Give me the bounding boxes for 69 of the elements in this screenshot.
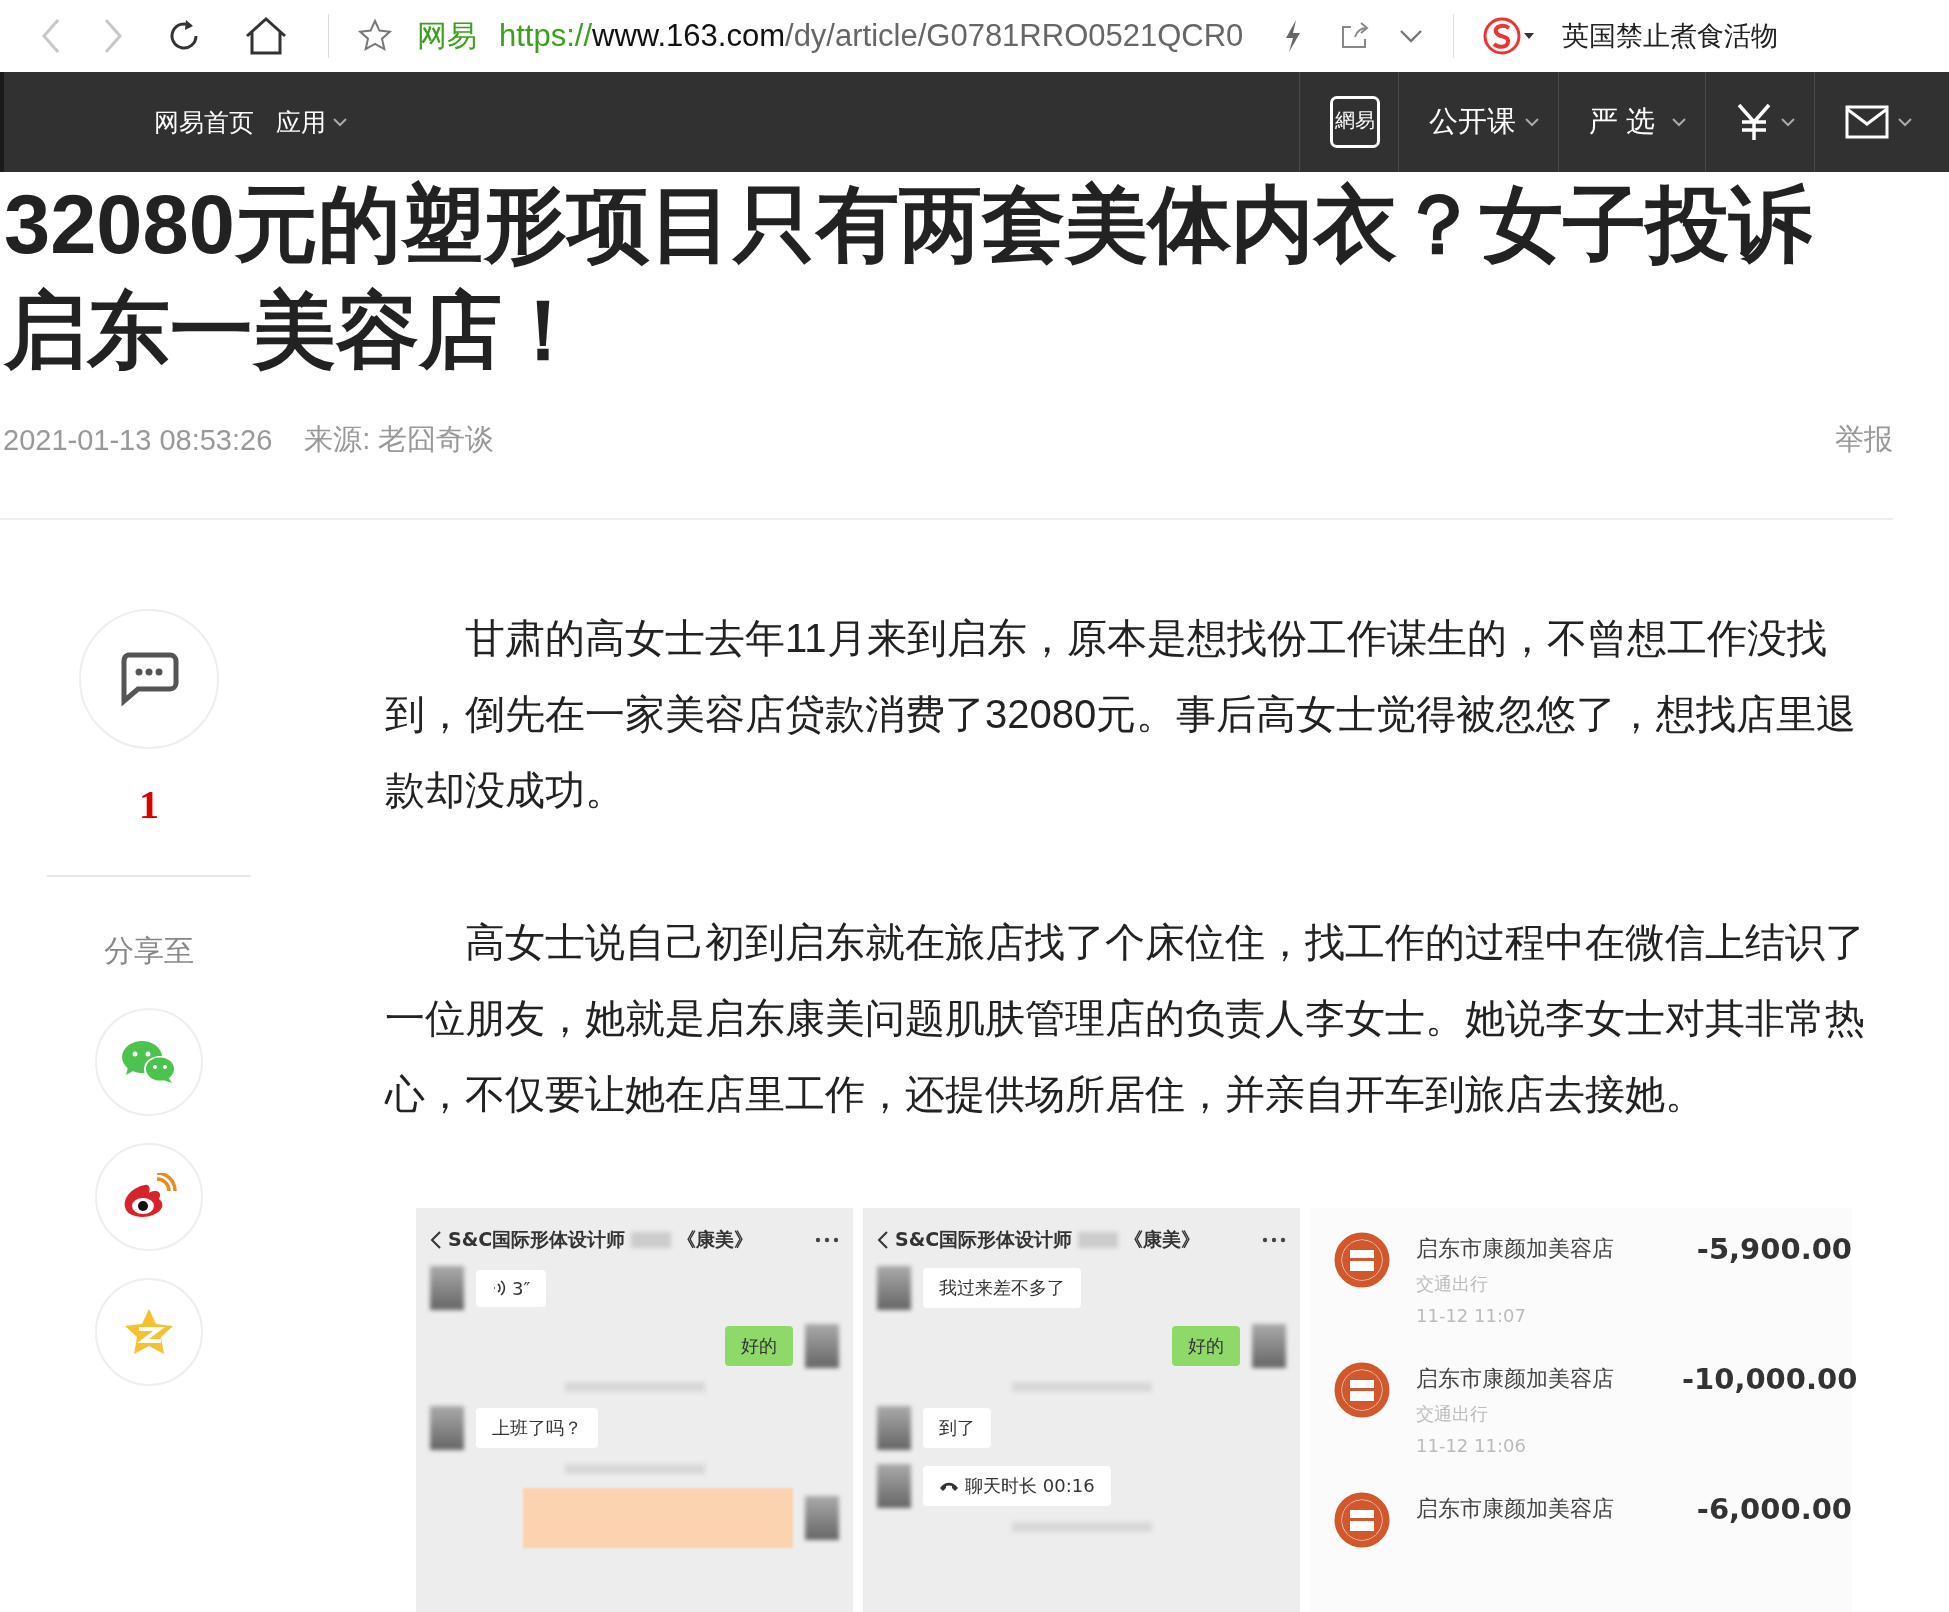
nav-link[interactable]: 网易首页 [154, 105, 254, 139]
share-label: 分享至 [104, 933, 194, 969]
message-text: 我过来差不多了 [939, 1276, 1065, 1300]
avatar [805, 1496, 839, 1540]
merchant-name: 启东市康颜加美容店 [1416, 1495, 1615, 1523]
transaction-category: 交通出行 [1416, 1402, 1489, 1426]
voice-icon [492, 1280, 506, 1296]
app-link[interactable]: 網易 [1299, 72, 1398, 172]
article-paragraph: 甘肃的高女士去年11月来到启东，原本是想找份工作谋生的，不曾想工作没找 到，倒先在一家美容店贷款消费了32080元。事后高女士觉得被忽悠了，想找店里退 款却没成功。 [385, 615, 1858, 814]
home-icon[interactable] [244, 16, 288, 56]
nav-link[interactable]: 应用 [276, 105, 348, 139]
chat-title: S&C国际形体设计师 [448, 1227, 626, 1252]
comment-button[interactable] [79, 609, 219, 749]
message-text: 上班了吗？ [492, 1416, 582, 1440]
shop-icon [1334, 1232, 1390, 1288]
comment-count[interactable]: 1 [139, 783, 159, 827]
more-icon [1262, 1237, 1286, 1243]
avatar [430, 1406, 464, 1450]
search-field[interactable]: 英国禁止煮食活物 [1562, 18, 1779, 54]
merchant-name: 启东市康颜加美容店 [1416, 1235, 1615, 1263]
weibo-share-button[interactable] [95, 1143, 203, 1251]
transaction-time: 11-12 11:06 [1416, 1434, 1527, 1458]
site-label: 网易 [417, 17, 477, 54]
chevron-down-icon[interactable] [1399, 29, 1424, 43]
wechat-share-button[interactable] [95, 1008, 203, 1116]
message-text: 3″ [512, 1277, 531, 1299]
address-field[interactable]: https://www.163.com/dy/article/G0781RRO0521QCR0 [499, 18, 1244, 54]
blurred-name [1078, 1232, 1119, 1248]
avatar [430, 1266, 464, 1310]
yen-icon [1736, 102, 1772, 142]
nav-menu[interactable]: 严选 [1558, 72, 1705, 172]
message-text: 聊天时长 00:16 [965, 1474, 1095, 1498]
more-icon [815, 1237, 839, 1243]
transaction-time: 11-12 11:07 [1416, 1304, 1527, 1328]
search-engine-icon[interactable] [1482, 16, 1537, 56]
chevron-down-icon [1897, 117, 1913, 127]
chat-title: S&C国际形体设计师 [895, 1227, 1073, 1252]
back-icon [430, 1230, 442, 1250]
chevron-down-icon [1671, 117, 1687, 127]
message-text: 好的 [741, 1334, 777, 1358]
message-text: 到了 [939, 1416, 975, 1440]
article-title: 32080元的塑形项目只有两套美体内衣？女子投诉启东一美容店！ [2, 177, 1813, 379]
transaction-amount: -5,900.00 [1695, 1231, 1852, 1268]
chevron-down-icon [1780, 117, 1796, 127]
shop-icon [1334, 1492, 1390, 1548]
avatar [877, 1464, 911, 1508]
avatar [805, 1324, 839, 1368]
publish-date: 2021-01-13 08:53:26 [3, 423, 273, 457]
nav-menu[interactable]: 公开课 [1398, 72, 1558, 172]
chevron-down-icon [332, 117, 348, 127]
blurred-name [631, 1232, 672, 1248]
avatar [877, 1266, 911, 1310]
article-source: 来源: 老囧奇谈 [304, 422, 495, 457]
mail-icon [1845, 105, 1889, 139]
chat-title: 《康美》 [677, 1227, 754, 1252]
transaction-amount: -6,000.00 [1695, 1491, 1852, 1528]
chevron-down-icon [1524, 117, 1540, 127]
avatar [877, 1406, 911, 1450]
merchant-name: 启东市康颜加美容店 [1416, 1365, 1615, 1393]
message-text: 好的 [1188, 1334, 1224, 1358]
back-icon [877, 1230, 889, 1250]
shop-icon [1334, 1362, 1390, 1418]
phone-icon [939, 1480, 959, 1492]
article-paragraph: 高女士说自己初到启东就在旅店找了个床位住，找工作的过程中在微信上结识了 一位朋友，她就是启东康美问题肌肤管理店的负责人李女士。她说李女士对其非常热 心，不仅要让她在店里工作，还提供场所居住，并亲自开车到旅店去接她。 [385, 919, 1866, 1118]
chat-title: 《康美》 [1124, 1227, 1201, 1252]
avatar [1252, 1324, 1286, 1368]
transaction-category: 交通出行 [1416, 1272, 1489, 1296]
star-icon[interactable] [357, 18, 393, 54]
share-icon[interactable] [1339, 21, 1370, 51]
